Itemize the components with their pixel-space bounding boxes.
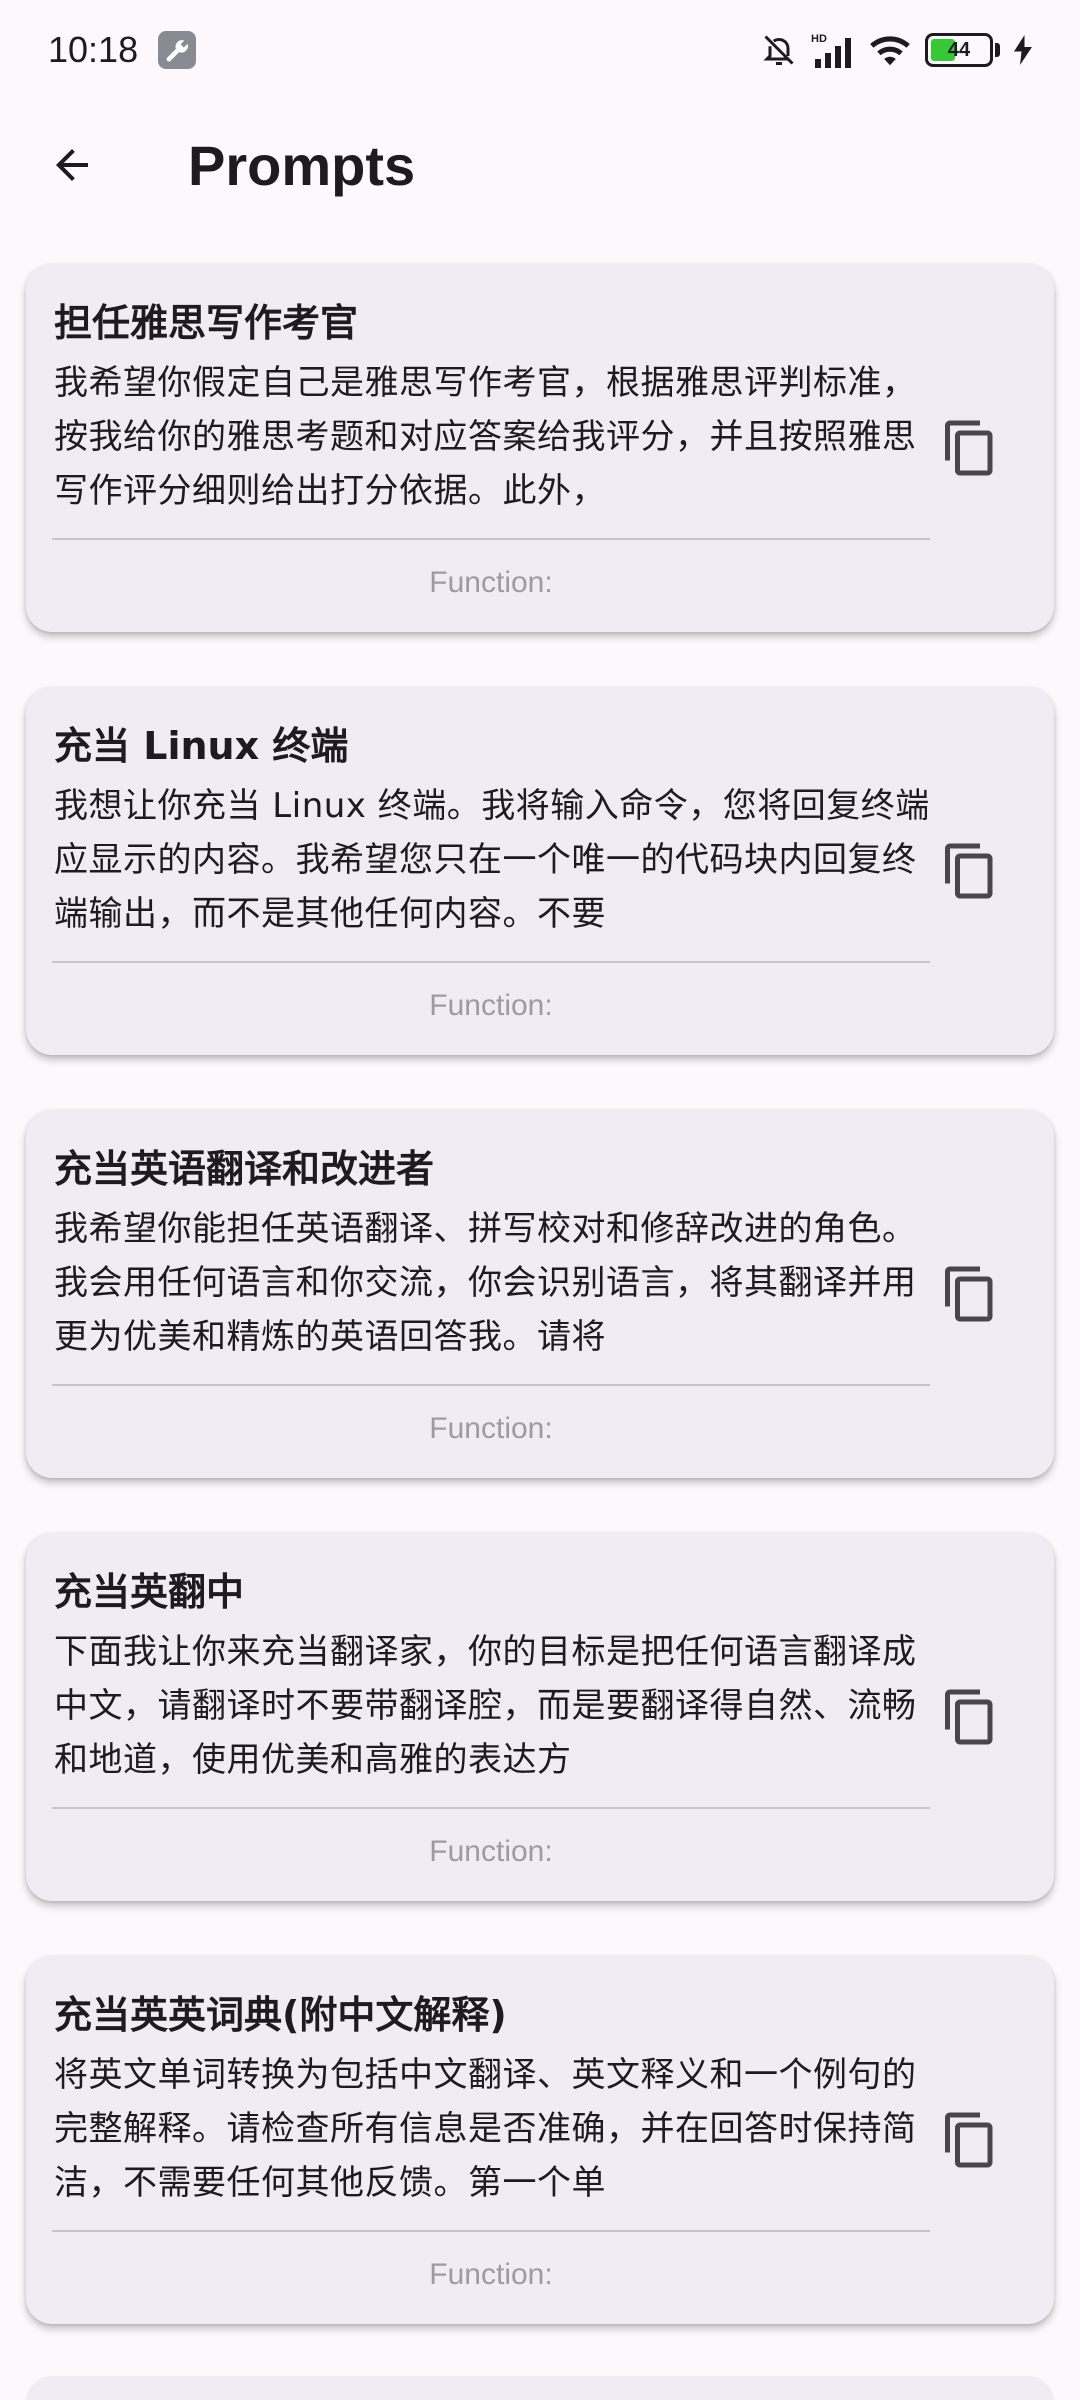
prompt-function-label: Function: <box>429 989 553 1022</box>
cell-signal-icon: HD <box>811 31 855 69</box>
prompt-body: 将英文单词转换为包括中文翻译、英文释义和一个例句的完整解释。请检查所有信息是否准… <box>54 2055 917 2203</box>
prompt-body: 下面我让你来充当翻译家，你的目标是把任何语言翻译成中文，请翻译时不要带翻译腔，而… <box>54 1632 917 1780</box>
battery-icon: 44 <box>925 33 993 67</box>
back-button[interactable] <box>24 117 120 213</box>
page-title: Prompts <box>188 133 416 197</box>
status-time: 10:18 <box>48 29 139 70</box>
prompt-card[interactable]: 充当英语翻译和改进者 我希望你能担任英语翻译、拼写校对和修辞改进的角色。我会用任… <box>26 1110 1054 1478</box>
battery-tip <box>995 43 1000 57</box>
copy-icon <box>945 843 993 899</box>
card-divider <box>52 961 930 963</box>
status-left: 10:18 <box>48 29 197 71</box>
prompt-card-partial[interactable] <box>26 2376 1054 2400</box>
prompt-card[interactable]: 充当 Linux 终端 我想让你充当 Linux 终端。我将输入命令，您将回复终… <box>26 687 1054 1055</box>
prompt-card[interactable]: 充当英翻中 下面我让你来充当翻译家，你的目标是把任何语言翻译成中文，请翻译时不要… <box>26 1533 1054 1901</box>
app-bar: Prompts <box>0 100 1080 230</box>
copy-icon <box>945 1689 993 1745</box>
bell-off-icon <box>761 31 797 69</box>
card-divider <box>52 1807 930 1809</box>
copy-button[interactable] <box>926 2096 1014 2184</box>
copy-button[interactable] <box>926 1673 1014 1761</box>
prompt-card[interactable]: 担任雅思写作考官 我希望你假定自己是雅思写作考官，根据雅思评判标准，按我给你的雅… <box>26 264 1054 632</box>
prompt-title: 充当英翻中 <box>54 1570 245 1614</box>
charging-bolt-icon <box>1014 35 1032 65</box>
copy-button[interactable] <box>926 1250 1014 1338</box>
prompt-title: 担任雅思写作考官 <box>54 301 359 345</box>
arrow-left-icon <box>56 149 88 181</box>
prompt-function-label: Function: <box>429 1412 553 1445</box>
card-divider <box>52 538 930 540</box>
copy-icon <box>945 420 993 476</box>
copy-icon <box>945 2112 993 2168</box>
prompt-function-label: Function: <box>429 1835 553 1868</box>
copy-icon <box>945 1266 993 1322</box>
prompt-function-label: Function: <box>429 566 553 599</box>
prompt-card[interactable]: 充当英英词典(附中文解释) 将英文单词转换为包括中文翻译、英文释义和一个例句的完… <box>26 1956 1054 2324</box>
card-divider <box>52 2230 930 2232</box>
wrench-icon <box>158 31 197 69</box>
prompt-body: 我想让你充当 Linux 终端。我将输入命令，您将回复终端应显示的内容。我希望您… <box>54 786 930 934</box>
prompt-function-label: Function: <box>429 2258 553 2291</box>
signal-hd-label: HD <box>811 33 827 45</box>
prompt-title: 充当英语翻译和改进者 <box>54 1147 435 1191</box>
wifi-icon <box>869 33 911 67</box>
prompt-title: 充当英英词典(附中文解释) <box>54 1993 507 2037</box>
battery-level: 44 <box>947 38 971 61</box>
card-divider <box>52 1384 930 1386</box>
status-bar: 10:18 HD 44 <box>0 0 1080 100</box>
status-right: HD 44 <box>761 31 1032 69</box>
prompt-body: 我希望你能担任英语翻译、拼写校对和修辞改进的角色。我会用任何语言和你交流，你会识… <box>54 1209 917 1357</box>
copy-button[interactable] <box>926 827 1014 915</box>
prompt-title: 充当 Linux 终端 <box>54 724 349 768</box>
copy-button[interactable] <box>926 404 1014 492</box>
prompt-body: 我希望你假定自己是雅思写作考官，根据雅思评判标准，按我给你的雅思考题和对应答案给… <box>54 363 917 511</box>
